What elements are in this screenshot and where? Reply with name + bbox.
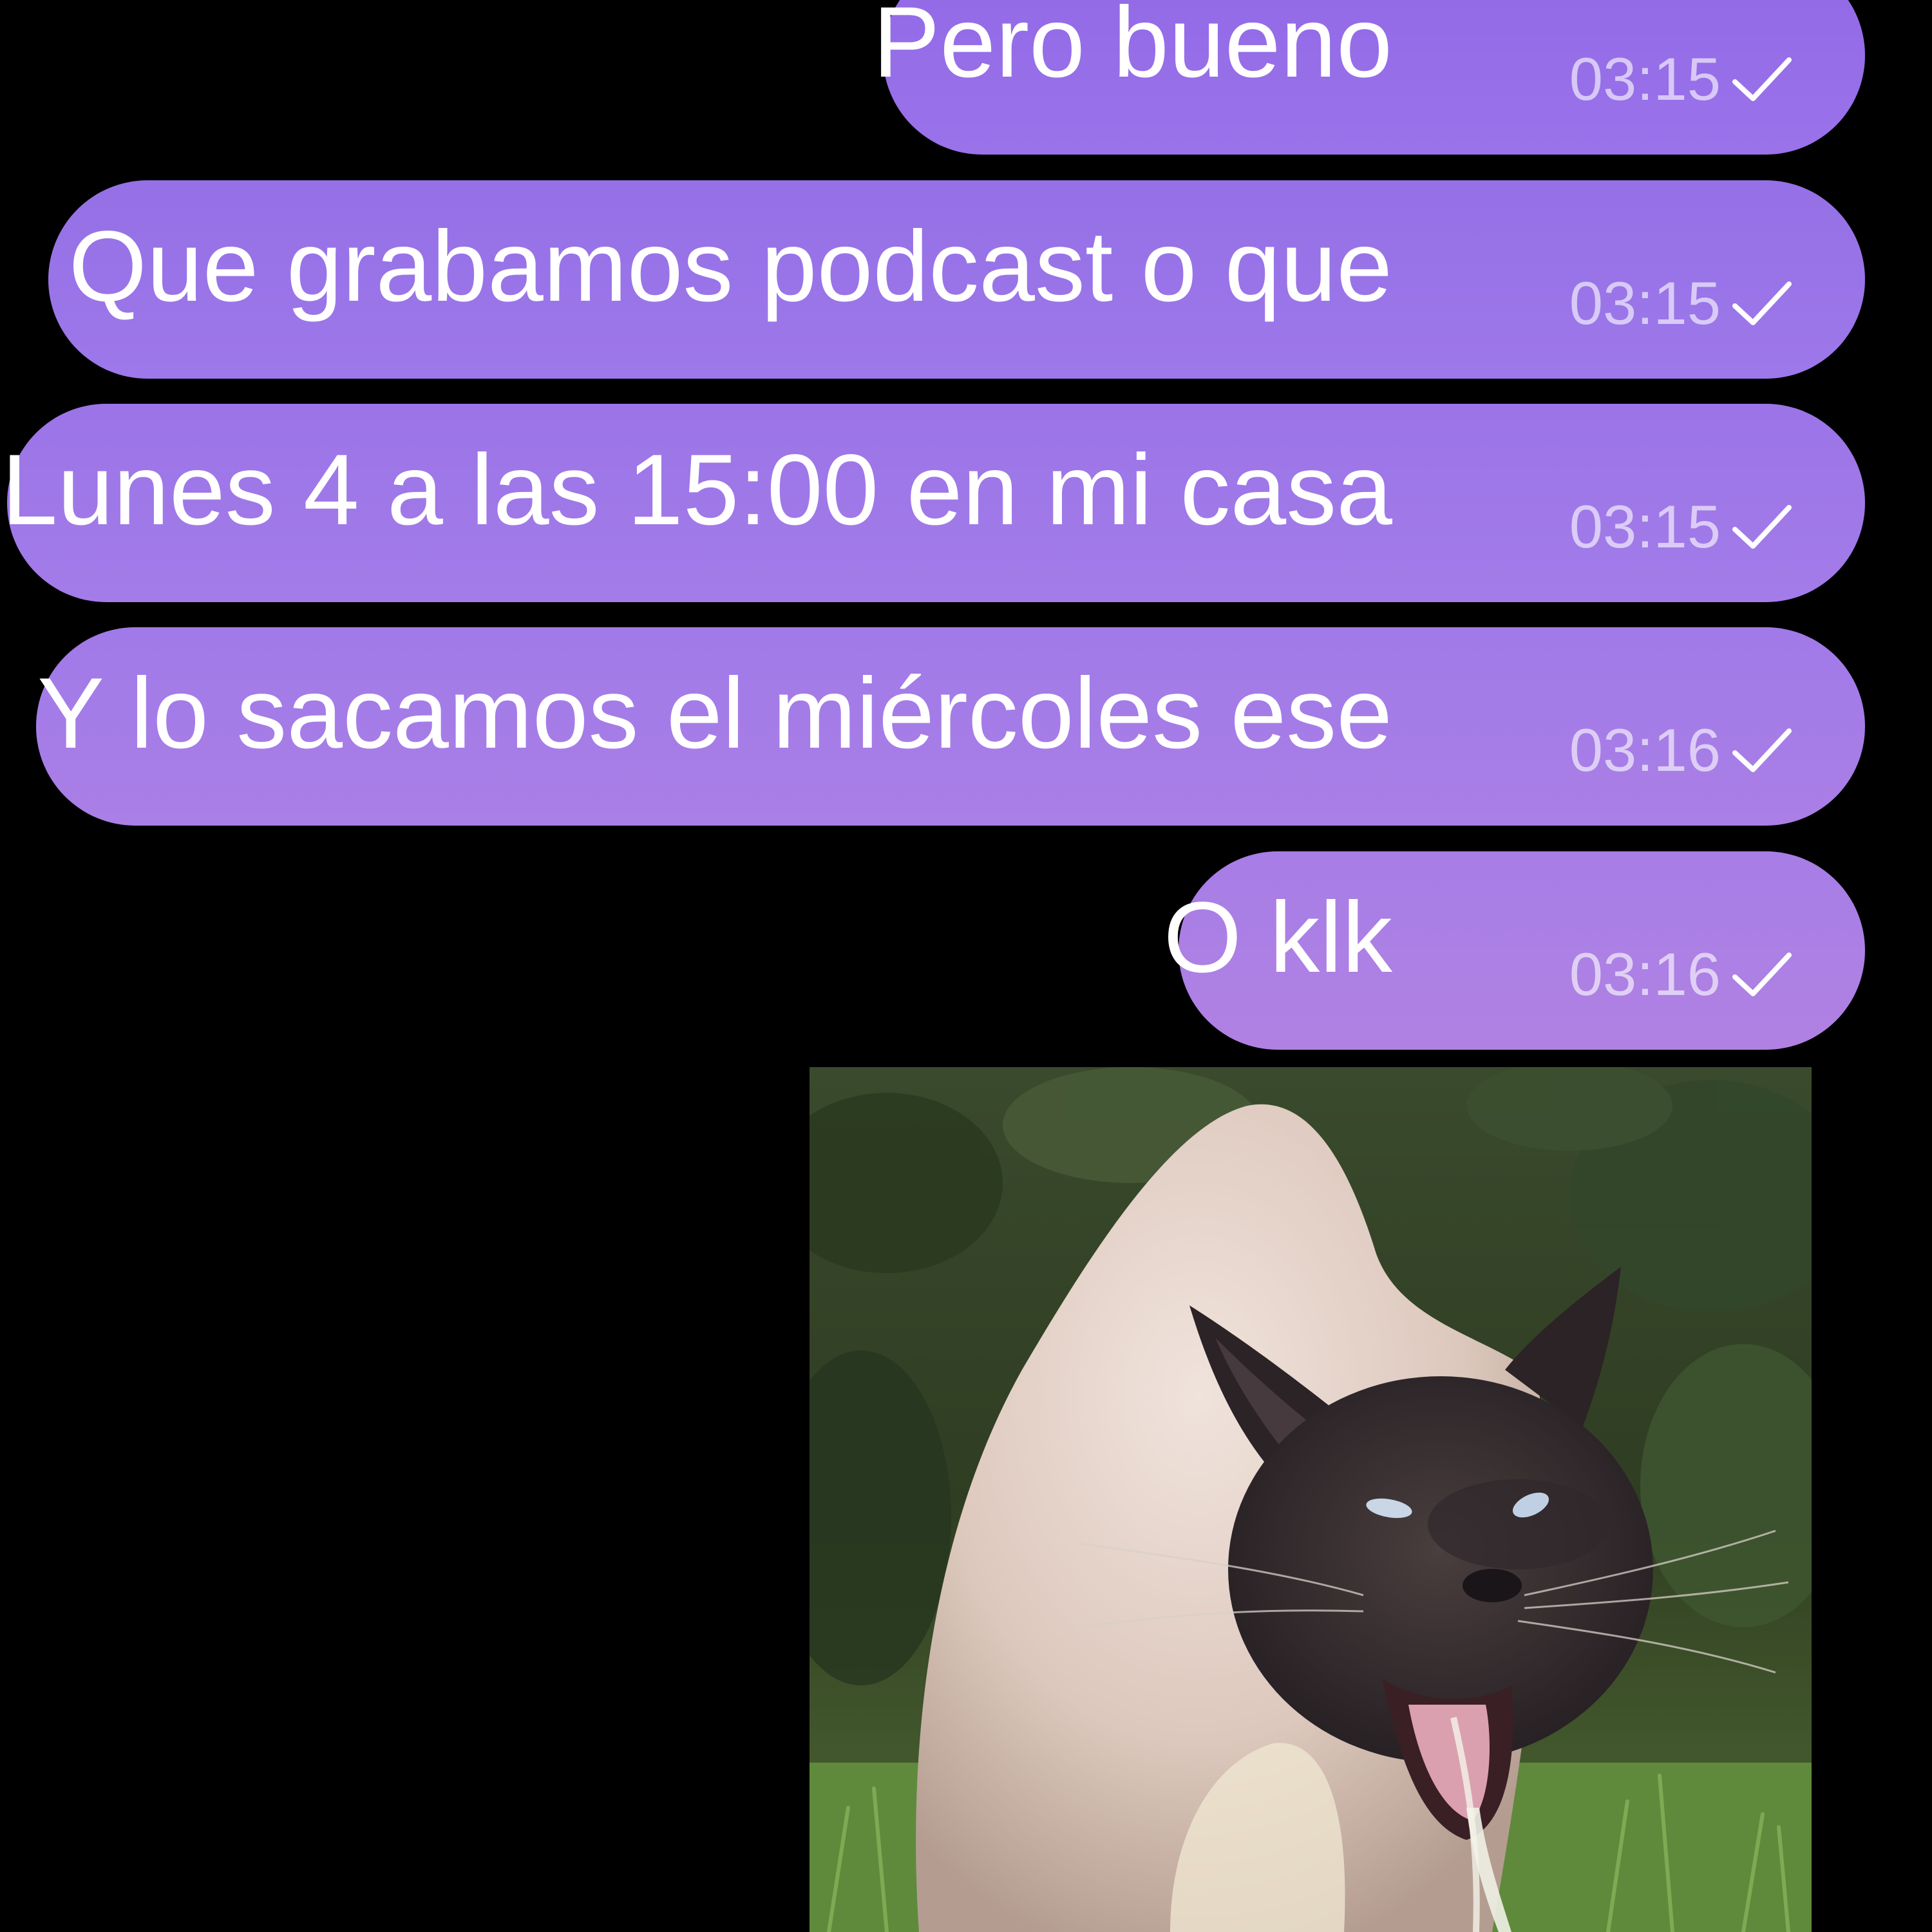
sent-check-icon — [1732, 728, 1792, 772]
message-text: Y lo sacamos el miércoles ese — [37, 658, 1392, 770]
message-bubble[interactable]: Lunes 4 a las 15:00 en mi casa 03:15 — [2, 404, 1865, 602]
message-meta: 03:15 — [1569, 497, 1794, 557]
chat-screen: Pero bueno 03:15 Que grabamos podcast o … — [0, 0, 1932, 1932]
siamese-cat-photo — [810, 1067, 1812, 1932]
message-time: 03:15 — [1569, 493, 1721, 560]
message-time: 03:15 — [1569, 45, 1721, 113]
message-meta: 03:15 — [1569, 49, 1794, 109]
photo-message[interactable] — [810, 1067, 1812, 1932]
message-bubble[interactable]: O klk 03:16 — [1164, 851, 1865, 1050]
message-text: Que grabamos podcast o que — [68, 211, 1392, 323]
message-text: Lunes 4 a las 15:00 en mi casa — [1, 434, 1392, 546]
message-meta: 03:15 — [1569, 273, 1794, 334]
message-time: 03:15 — [1569, 269, 1721, 337]
sent-check-icon — [1732, 952, 1792, 996]
message-text: Pero bueno — [873, 0, 1392, 99]
sent-check-icon — [1732, 281, 1792, 325]
message-bubble[interactable]: Pero bueno 03:15 — [873, 0, 1865, 155]
message-text: O klk — [1163, 882, 1392, 994]
sent-check-icon — [1732, 505, 1792, 549]
message-meta: 03:16 — [1569, 720, 1794, 781]
message-bubble[interactable]: Que grabamos podcast o que 03:15 — [48, 180, 1865, 379]
message-bubble[interactable]: Y lo sacamos el miércoles ese 03:16 — [36, 627, 1865, 826]
message-time: 03:16 — [1569, 940, 1721, 1008]
message-time: 03:16 — [1569, 716, 1721, 784]
message-meta: 03:16 — [1569, 944, 1794, 1005]
sent-check-icon — [1732, 57, 1792, 101]
